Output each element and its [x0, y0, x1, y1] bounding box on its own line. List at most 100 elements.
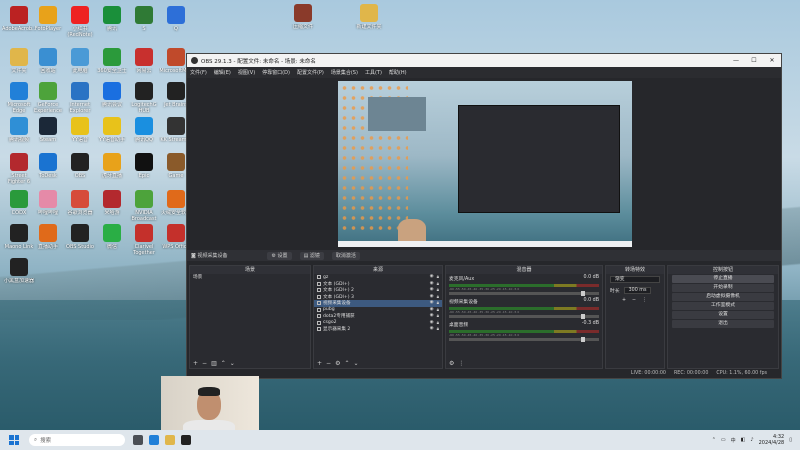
menu-item[interactable]: 配置文件(P)	[297, 69, 324, 76]
taskbar-clock[interactable]: 4:32 2024/4/28	[759, 434, 785, 446]
remove-source-button[interactable]: −	[326, 360, 331, 367]
duration-input[interactable]: 300 ms	[623, 287, 652, 294]
desktop-icon[interactable]: 新建文件夹	[352, 4, 386, 36]
transition-more-icon[interactable]: ⋮	[642, 298, 647, 303]
desktop-icon[interactable]: 谷歌浏览器	[63, 190, 97, 222]
desktop-icon[interactable]: S	[127, 6, 161, 38]
add-scene-button[interactable]: +	[193, 360, 198, 367]
visibility-icon[interactable]: ◉	[430, 274, 434, 280]
visibility-icon[interactable]: ◉	[430, 307, 434, 313]
desktop-icon[interactable]: OBS Studio	[63, 224, 97, 256]
lock-icon[interactable]: 🔒︎	[437, 294, 439, 300]
desktop-icon[interactable]: NVIDIA Broadcast	[127, 190, 161, 222]
desktop-icon[interactable]: FotoPlayer	[31, 6, 65, 38]
lock-icon[interactable]: 🔒︎	[437, 320, 439, 326]
move-down-button[interactable]: ⌄	[230, 360, 235, 367]
volume-slider[interactable]	[449, 337, 599, 342]
minimize-icon[interactable]: —	[727, 57, 745, 64]
remove-scene-button[interactable]: −	[202, 360, 207, 367]
desktop-icon[interactable]: 腾讯	[95, 6, 129, 38]
menu-item[interactable]: 视图(V)	[238, 69, 255, 76]
visibility-icon[interactable]: ◉	[430, 320, 434, 326]
volume-slider[interactable]	[449, 314, 599, 319]
tray-folder-icon[interactable]: ▭	[721, 437, 726, 443]
volume-slider[interactable]	[449, 291, 599, 296]
desktop-icon[interactable]: 米哈游	[95, 190, 129, 222]
desktop-icon[interactable]: GeForce Experience	[31, 82, 65, 114]
tray-lang[interactable]: 中	[731, 437, 736, 444]
desktop-icon[interactable]: 微信	[95, 224, 129, 256]
control-button[interactable]: 停止直播	[672, 275, 774, 283]
desktop-icon[interactable]: Epic	[127, 153, 161, 185]
remove-transition-button[interactable]: −	[632, 298, 636, 303]
desktop-icon[interactable]: Clarivel Together	[127, 224, 161, 256]
desktop-icon[interactable]: Internet Explorer	[63, 82, 97, 114]
desktop-icon[interactable]: OBS	[63, 153, 97, 185]
source-settings-icon[interactable]: ⚙	[335, 360, 340, 367]
filters-button[interactable]: ▤ 滤镜	[299, 251, 324, 260]
lock-icon[interactable]: 🔒︎	[437, 300, 439, 306]
visibility-icon[interactable]: ◉	[430, 287, 434, 293]
desktop-icon[interactable]: 小红书(RedNote)	[63, 6, 97, 38]
lock-icon[interactable]: 🔒︎	[437, 287, 439, 293]
desktop-icon[interactable]: 小黑盒加速器	[2, 258, 36, 290]
menu-item[interactable]: 文件(F)	[190, 69, 207, 76]
add-transition-button[interactable]: +	[622, 298, 626, 303]
desktop-icon[interactable]: 压缩文件	[286, 4, 320, 36]
desktop-icon[interactable]: ToDesk	[31, 153, 65, 185]
desktop-icon[interactable]: 哔哩哔哩	[31, 190, 65, 222]
visibility-icon[interactable]: ◉	[430, 313, 434, 319]
start-button[interactable]	[9, 435, 19, 445]
control-button[interactable]: 退出	[672, 320, 774, 328]
tray-up-icon[interactable]: ⌃	[712, 437, 716, 443]
control-button[interactable]: 开始录制	[672, 284, 774, 292]
control-button[interactable]: 启动虚拟摄像机	[672, 293, 774, 301]
source-up-button[interactable]: ⌃	[344, 360, 349, 367]
scene-filters-button[interactable]: ▥	[211, 360, 217, 367]
menu-item[interactable]: 编辑(E)	[214, 69, 231, 76]
lock-icon[interactable]: 🔒︎	[437, 281, 439, 287]
file-explorer-icon[interactable]	[165, 435, 175, 445]
source-item[interactable]: 显示器采集 2 ◉ 🔒︎	[314, 326, 442, 333]
desktop-icon[interactable]: Steam	[31, 117, 65, 149]
obs-window[interactable]: OBS 29.1.3 - 配置文件: 未命名 - 场景: 未命名 — ☐ ✕ 文…	[186, 53, 782, 379]
desktop-icon[interactable]: 网易云	[127, 48, 161, 80]
desktop-icon[interactable]: YY语音	[63, 117, 97, 149]
taskbar-search[interactable]: ⌕ 搜索	[29, 434, 125, 446]
visibility-icon[interactable]: ◉	[430, 326, 434, 332]
source-down-button[interactable]: ⌄	[353, 360, 358, 367]
menu-item[interactable]: 停靠窗口(D)	[262, 69, 290, 76]
network-icon[interactable]: ◧	[741, 437, 746, 443]
properties-button[interactable]: ⚙ 设置	[267, 251, 292, 260]
desktop-icon[interactable]: 直播助手	[31, 224, 65, 256]
desktop-icon[interactable]: Q	[159, 6, 193, 38]
task-view-icon[interactable]	[133, 435, 143, 445]
notification-icon[interactable]: ▯	[789, 437, 792, 443]
volume-icon[interactable]: ♪	[750, 437, 753, 443]
deactivate-button[interactable]: 取消激活	[331, 251, 360, 260]
menu-item[interactable]: 工具(T)	[365, 69, 382, 76]
transition-type-select[interactable]: 渐变	[610, 276, 660, 283]
control-button[interactable]: 设置	[672, 311, 774, 319]
obs-taskbar-icon[interactable]	[181, 435, 191, 445]
control-button[interactable]: 工作室模式	[672, 302, 774, 310]
obs-titlebar[interactable]: OBS 29.1.3 - 配置文件: 未命名 - 场景: 未命名 — ☐ ✕	[187, 54, 781, 67]
maximize-icon[interactable]: ☐	[745, 57, 763, 64]
menu-item[interactable]: 场景集合(S)	[331, 69, 358, 76]
menu-item[interactable]: 帮助(H)	[389, 69, 407, 76]
mixer-settings-icon[interactable]: ⚙	[449, 360, 454, 367]
desktop-icon[interactable]: YY语音助手	[95, 117, 129, 149]
lock-icon[interactable]: 🔒︎	[437, 274, 439, 280]
desktop-icon[interactable]: 腾讯QQ	[127, 117, 161, 149]
visibility-icon[interactable]: ◉	[430, 300, 434, 306]
desktop-icon[interactable]: 360安全卫士	[95, 48, 129, 80]
visibility-icon[interactable]: ◉	[430, 281, 434, 287]
move-up-button[interactable]: ⌃	[221, 360, 226, 367]
lock-icon[interactable]: 🔒︎	[437, 313, 439, 319]
close-icon[interactable]: ✕	[763, 57, 781, 64]
desktop-icon[interactable]: 回收站	[31, 48, 65, 80]
visibility-icon[interactable]: ◉	[430, 294, 434, 300]
desktop-icon[interactable]: 此电脑	[63, 48, 97, 80]
lock-icon[interactable]: 🔒︎	[437, 326, 439, 332]
obs-preview-canvas[interactable]	[338, 81, 632, 247]
